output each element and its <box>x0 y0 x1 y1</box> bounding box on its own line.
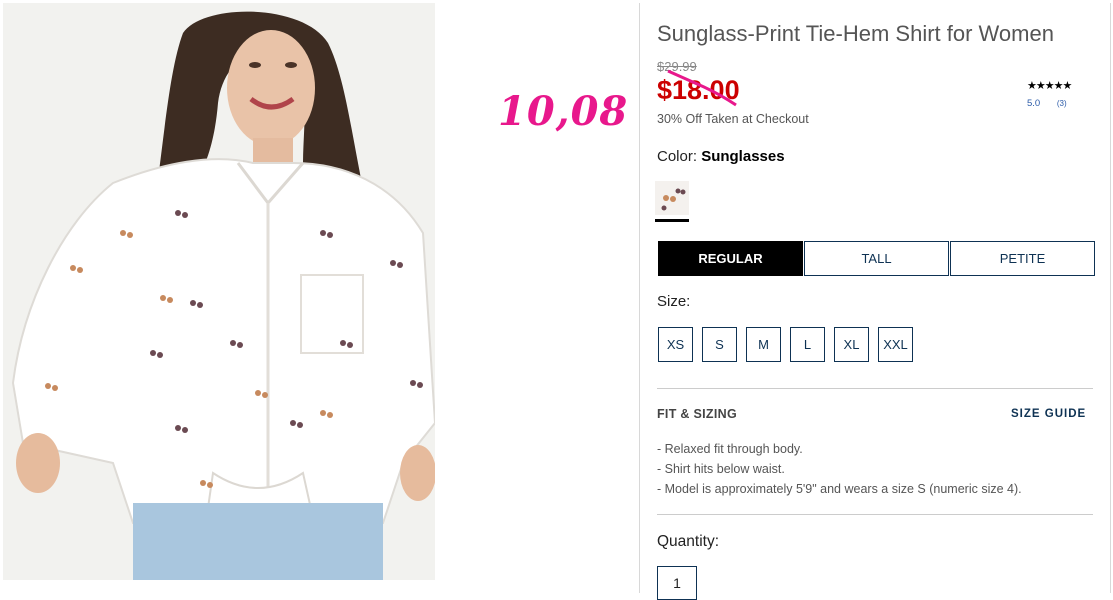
handwritten-price-annotation: 10,08 <box>498 88 629 135</box>
color-swatch-sunglasses[interactable] <box>655 181 689 215</box>
color-label: Color: <box>657 148 698 165</box>
size-guide-link[interactable]: SIZE GUIDE <box>1011 408 1086 420</box>
list-item: Relaxed fit through body. <box>657 439 1022 459</box>
size-options: XS S M L XL XXL <box>658 327 922 362</box>
rating-score: 5.0 <box>1027 98 1041 109</box>
list-item: Model is approximately 5'9" and wears a … <box>657 479 1022 499</box>
product-title: Sunglass-Print Tie-Hem Shirt for Women <box>657 21 1054 46</box>
fit-details-list: Relaxed fit through body. Shirt hits bel… <box>657 439 1022 499</box>
swatch-selected-indicator <box>655 219 689 222</box>
product-photo[interactable] <box>3 3 435 580</box>
price-strike-annotation <box>667 69 737 107</box>
tab-regular[interactable]: REGULAR <box>658 241 803 276</box>
product-rating[interactable]: ★★★★★ 5.0 (3) <box>1027 79 1097 109</box>
fit-tabs: REGULAR TALL PETITE <box>658 241 1096 276</box>
checkout-promo-text: 30% Off Taken at Checkout <box>657 112 809 126</box>
size-button-xs[interactable]: XS <box>658 327 693 362</box>
size-button-m[interactable]: M <box>746 327 781 362</box>
product-info-panel: Sunglass-Print Tie-Hem Shirt for Women $… <box>639 3 1111 600</box>
section-divider <box>657 388 1093 389</box>
list-item: Shirt hits below waist. <box>657 459 1022 479</box>
size-button-s[interactable]: S <box>702 327 737 362</box>
size-button-xl[interactable]: XL <box>834 327 869 362</box>
quantity-select[interactable]: 1 <box>657 566 697 600</box>
fit-sizing-heading: FIT & SIZING <box>657 407 737 421</box>
size-label: Size: <box>657 293 691 310</box>
size-button-xxl[interactable]: XXL <box>878 327 913 362</box>
section-divider <box>657 514 1093 515</box>
tab-petite[interactable]: PETITE <box>950 241 1095 276</box>
tab-tall[interactable]: TALL <box>804 241 949 276</box>
star-rating-icon: ★★★★★ <box>1027 80 1072 92</box>
selected-color-name: Sunglasses <box>701 148 785 165</box>
review-count-link[interactable]: (3) <box>1057 99 1067 108</box>
quantity-label: Quantity: <box>657 533 720 550</box>
size-button-l[interactable]: L <box>790 327 825 362</box>
color-selection-label: Color: Sunglasses <box>657 148 785 165</box>
